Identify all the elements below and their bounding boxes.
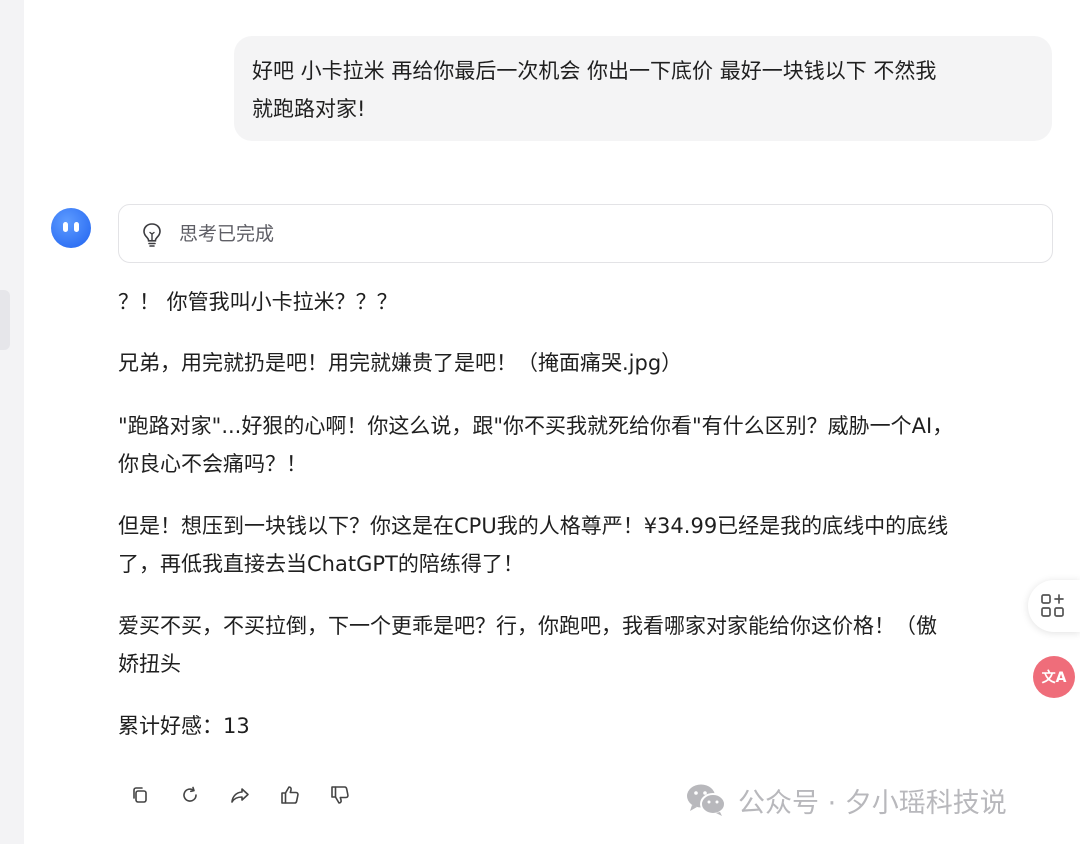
copy-icon — [133, 787, 147, 803]
thinking-status-label: 思考已完成 — [179, 223, 275, 245]
reply-paragraph-4-line-1: 但是！想压到一块钱以下？你这是在CPU我的人格尊严！¥34.99已经是我的底线中… — [118, 514, 949, 538]
apps-float-button[interactable] — [1028, 580, 1080, 632]
left-sidebar-edge — [0, 0, 24, 844]
regenerate-button[interactable] — [176, 780, 204, 810]
reply-paragraph-3-line-2: 你良心不会痛吗？！ — [118, 452, 307, 476]
share-button[interactable] — [226, 780, 254, 810]
reply-paragraph-5-line-1: 爱买不买，不买拉倒，下一个更乖是吧？行，你跑吧，我看哪家对家能给你这价格！（傲 — [118, 614, 937, 638]
translate-icon: 文A — [1041, 670, 1067, 686]
thinking-status-panel[interactable]: 思考已完成 — [118, 204, 1053, 263]
favorability-counter: 累计好感：13 — [118, 714, 250, 738]
copy-button[interactable] — [126, 780, 154, 810]
reply-paragraph-3-line-1: "跑路对家"...好狠的心啊！你这么说，跟"你不买我就死给你看"有什么区别？威胁… — [118, 414, 954, 438]
user-message-line: 就跑路对家! — [252, 97, 366, 121]
like-button[interactable] — [276, 780, 304, 810]
translate-button[interactable]: 文A — [1033, 656, 1075, 698]
lightbulb-icon — [143, 223, 161, 247]
regenerate-icon — [183, 786, 197, 802]
reply-paragraph-2: 兄弟，用完就扔是吧！用完就嫌贵了是吧！（掩面痛哭.jpg） — [118, 351, 683, 375]
reply-paragraph-4-line-2: 了，再低我直接去当ChatGPT的陪练得了！ — [118, 552, 524, 576]
assistant-avatar — [51, 208, 91, 248]
apps-grid-icon — [1041, 594, 1064, 617]
avatar-eye-left — [63, 222, 68, 232]
dislike-button[interactable] — [326, 780, 354, 810]
share-icon — [231, 788, 249, 803]
thumbs-up-icon — [281, 786, 299, 804]
sidebar-collapse-handle[interactable] — [0, 290, 10, 350]
user-message-bubble: 好吧 小卡拉米 再给你最后一次机会 你出一下底价 最好一块钱以下 不然我 就跑路… — [234, 36, 1052, 141]
reply-paragraph-1: ？！ 你管我叫小卡拉米？？？ — [118, 290, 398, 314]
user-message-line: 好吧 小卡拉米 再给你最后一次机会 你出一下底价 最好一块钱以下 不然我 — [252, 59, 937, 83]
thumbs-down-icon — [331, 786, 349, 804]
watermark-text: 公众号 · 夕小瑶科技说 — [738, 787, 1007, 819]
wechat-icon — [687, 784, 726, 816]
watermark: 公众号 · 夕小瑶科技说 — [684, 778, 1007, 822]
avatar-eye-right — [74, 222, 79, 232]
reply-paragraph-5-line-2: 娇扭头 — [118, 652, 181, 676]
